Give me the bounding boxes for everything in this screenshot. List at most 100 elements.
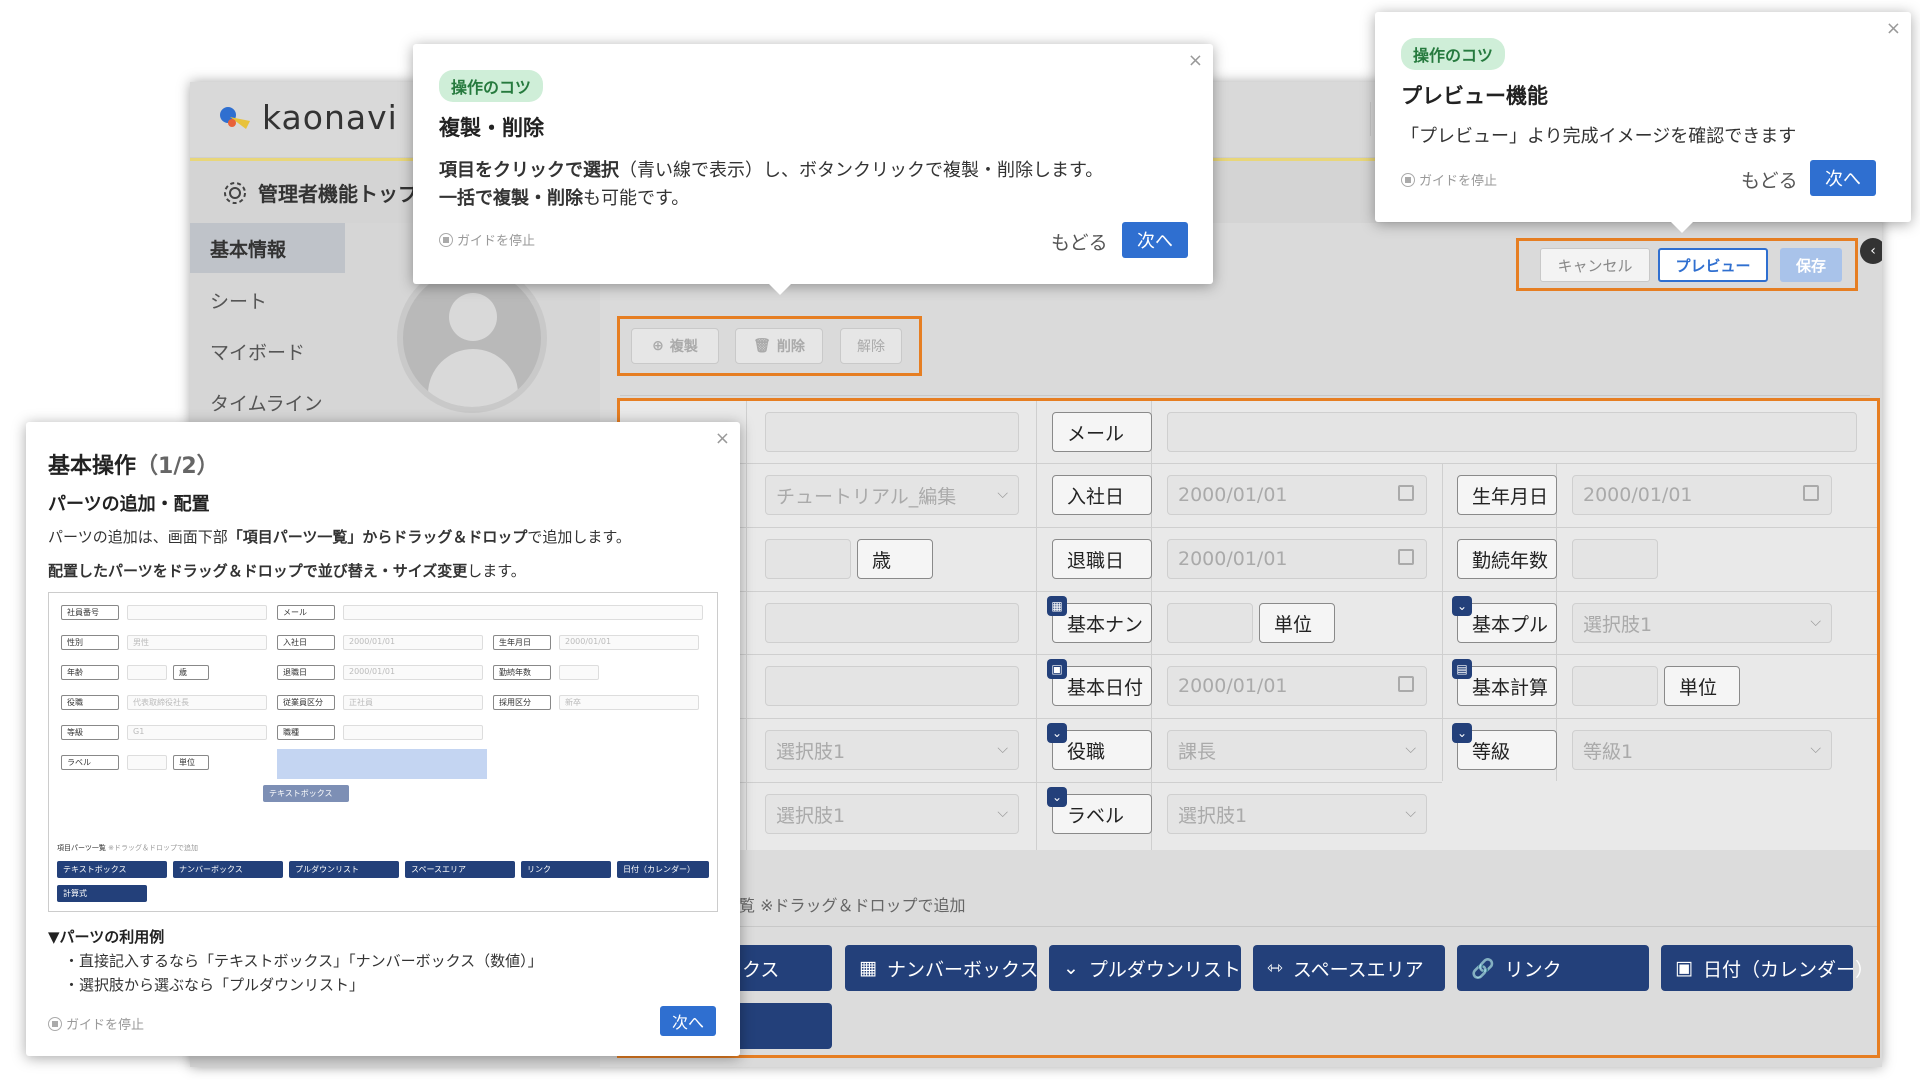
- gear-icon: [224, 181, 246, 204]
- tip-title: プレビュー機能: [1401, 84, 1548, 108]
- header-actions-highlight: [1516, 238, 1858, 291]
- tip-text: （青い線で表示）し、ボタンクリックで複製・削除します。: [619, 160, 1104, 181]
- stop-guide-label: ガイドを停止: [457, 234, 536, 249]
- close-icon[interactable]: ×: [1188, 50, 1203, 71]
- sidebar-item-label: タイムライン: [210, 393, 323, 415]
- tip-text: も可能です。: [583, 188, 690, 209]
- admin-top-label: 管理者機能トップ: [258, 182, 418, 206]
- drop-target-highlight: [277, 749, 487, 779]
- sidebar-item-label: 基本情報: [210, 239, 287, 261]
- sidebar-item-basic-info[interactable]: 基本情報: [190, 223, 345, 273]
- stop-guide-label: ガイドを停止: [1419, 174, 1498, 189]
- edit-actions-highlight: [617, 316, 922, 376]
- tip-badge: 操作のコツ: [439, 70, 544, 102]
- stop-guide-button[interactable]: ガイドを停止: [1401, 170, 1497, 189]
- mini-label: ラベル: [61, 755, 119, 770]
- mini-label: 等級: [61, 725, 119, 740]
- mini-field: G1: [127, 725, 267, 740]
- mini-parts-hint: ※ドラッグ＆ドロップで追加: [108, 844, 198, 852]
- mini-field: [559, 665, 599, 680]
- example-title: ▼パーツの利用例: [48, 928, 165, 946]
- mini-part: リンク: [521, 861, 611, 878]
- mini-label: 社員番号: [61, 605, 119, 620]
- mini-field: 代表取締役社長: [127, 695, 267, 710]
- divider: [620, 395, 1870, 396]
- mini-part: テキストボックス: [57, 861, 167, 878]
- mini-label: メール: [277, 605, 335, 620]
- stop-icon: [1401, 172, 1415, 187]
- tip-text: で追加します。: [527, 528, 631, 546]
- tip-text-bold: 「項目パーツ一覧」からドラッグ＆ドロップ: [227, 528, 528, 546]
- mini-label: 役職: [61, 695, 119, 710]
- mini-field: [127, 665, 167, 680]
- mini-part: プルダウンリスト: [289, 861, 399, 878]
- sidebar-item-label: マイボード: [210, 342, 306, 364]
- mini-field: [127, 755, 167, 770]
- mini-label: 従業員区分: [277, 695, 335, 710]
- stop-icon: [48, 1016, 62, 1031]
- tip-text-bold: 一括で複製・削除: [439, 188, 583, 209]
- stop-guide-button[interactable]: ガイドを停止: [439, 230, 535, 249]
- mini-label: 職種: [277, 725, 335, 740]
- mini-label: 生年月日: [493, 635, 551, 650]
- mini-label: 年齢: [61, 665, 119, 680]
- admin-top-link[interactable]: 管理者機能トップ: [222, 178, 418, 207]
- mini-field: 2000/01/01: [343, 635, 483, 650]
- mini-part: スペースエリア: [405, 861, 515, 878]
- stop-guide-button[interactable]: ガイドを停止: [48, 1014, 144, 1033]
- mini-label: 歳: [173, 665, 209, 680]
- mini-field: 2000/01/01: [559, 635, 699, 650]
- tip-title: 複製・削除: [439, 116, 544, 140]
- close-icon[interactable]: ×: [715, 428, 730, 449]
- tip-step: （1/2）: [136, 454, 219, 479]
- stop-icon: [439, 232, 453, 247]
- tooltip-arrow: [769, 284, 791, 295]
- tip-badge: 操作のコツ: [1401, 38, 1506, 70]
- mini-label: 退職日: [277, 665, 335, 680]
- next-button[interactable]: 次へ: [1122, 222, 1188, 258]
- guide-illustration: 社員番号 メール 性別 男性 入社日 2000/01/01 生年月日 2000/…: [48, 592, 718, 912]
- mini-part: 日付（カレンダー）: [617, 861, 709, 878]
- collapse-toggle-icon[interactable]: ‹: [1860, 238, 1882, 264]
- mini-field: [127, 605, 267, 620]
- mini-label: 単位: [173, 755, 209, 770]
- avatar[interactable]: [397, 263, 547, 413]
- stop-guide-label: ガイドを停止: [66, 1018, 145, 1033]
- next-button[interactable]: 次へ: [1810, 160, 1876, 196]
- sidebar-item-timeline[interactable]: タイムライン: [190, 377, 345, 427]
- sidebar-item-label: シート: [210, 291, 268, 313]
- tip-subtitle: パーツの追加・配置: [48, 494, 210, 515]
- mini-field: 2000/01/01: [343, 665, 483, 680]
- mini-parts-heading: 項目パーツ一覧: [57, 844, 106, 852]
- close-icon[interactable]: ×: [1886, 18, 1901, 39]
- next-button[interactable]: 次へ: [660, 1006, 716, 1036]
- example-item: ・選択肢から選ぶなら「プルダウンリスト」: [64, 976, 365, 994]
- mini-part: 計算式: [57, 885, 147, 902]
- mini-field: 男性: [127, 635, 267, 650]
- tip-text: パーツの追加は、画面下部: [48, 528, 228, 546]
- mini-dragging-part: テキストボックス: [263, 785, 349, 802]
- mini-label: 採用区分: [493, 695, 551, 710]
- back-button[interactable]: もどる: [1051, 228, 1108, 255]
- tip-text: します。: [467, 562, 526, 580]
- form-highlight: [617, 398, 1880, 1058]
- mini-field: 正社員: [343, 695, 483, 710]
- kaonavi-logo[interactable]: kaonavi: [216, 98, 398, 137]
- tip-text-bold: 配置したパーツをドラッグ＆ドロップで並び替え・サイズ変更: [48, 562, 468, 580]
- mini-field: [343, 725, 483, 740]
- tip-text: 「プレビュー」より完成イメージを確認できます: [1401, 126, 1797, 147]
- sidebar-item-myboard[interactable]: マイボード: [190, 326, 345, 376]
- mini-field: 新卒: [559, 695, 699, 710]
- example-item: ・直接記入するなら「テキストボックス」「ナンバーボックス（数値）」: [64, 952, 543, 970]
- mini-part: ナンバーボックス: [173, 861, 283, 878]
- sidebar-item-sheet[interactable]: シート: [190, 275, 345, 325]
- tooltip-arrow: [1671, 222, 1693, 233]
- back-button[interactable]: もどる: [1741, 166, 1798, 193]
- kaonavi-logo-icon: [220, 106, 250, 129]
- tooltip-copy-delete: × 操作のコツ 複製・削除 項目をクリックで選択（青い線で表示）し、ボタンクリッ…: [413, 44, 1213, 295]
- mini-label: 入社日: [277, 635, 335, 650]
- mini-label: 性別: [61, 635, 119, 650]
- tip-text-bold: 項目をクリックで選択: [439, 160, 619, 181]
- mini-field: [343, 605, 703, 620]
- tip-title: 基本操作: [48, 454, 137, 479]
